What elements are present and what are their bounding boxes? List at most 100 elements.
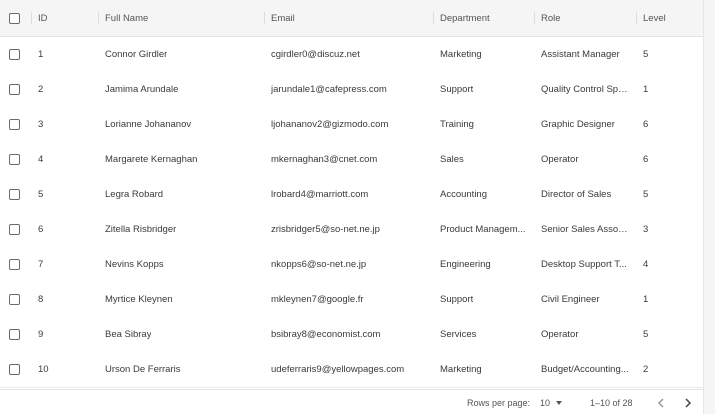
column-separator[interactable] xyxy=(31,12,32,24)
cell-role[interactable]: Quality Control Spe... xyxy=(541,72,629,107)
cell-level[interactable]: 1 xyxy=(643,282,693,317)
cell-department[interactable]: Support xyxy=(440,282,528,317)
cell-department[interactable]: Training xyxy=(440,107,528,142)
column-separator[interactable] xyxy=(264,12,265,24)
cell-full-name[interactable]: Jamima Arundale xyxy=(105,72,260,107)
cell-email[interactable]: mkernaghan3@cnet.com xyxy=(271,142,426,177)
column-header-level[interactable]: Level xyxy=(643,0,693,36)
table-row[interactable]: 4 Margarete Kernaghan mkernaghan3@cnet.com… xyxy=(0,142,703,178)
cell-email[interactable]: nkopps6@so-net.ne.jp xyxy=(271,247,426,282)
table-row[interactable]: 6 Zitella Risbridger zrisbridger5@so-net.n… xyxy=(0,212,703,248)
table-row[interactable]: 9 Bea Sibray bsibray8@economist.com Service… xyxy=(0,317,703,353)
table-row[interactable]: 5 Legra Robard lrobard4@marriott.com Accoun… xyxy=(0,177,703,213)
cell-email[interactable]: mkleynen7@google.fr xyxy=(271,282,426,317)
cell-role[interactable]: Assistant Manager xyxy=(541,37,629,72)
next-page-button[interactable] xyxy=(681,390,695,415)
cell-department[interactable]: Engineering xyxy=(440,247,528,282)
column-header-department[interactable]: Department xyxy=(440,0,528,36)
cell-id[interactable]: 2 xyxy=(38,72,93,107)
cell-email[interactable]: bsibray8@economist.com xyxy=(271,317,426,352)
column-header-id[interactable]: ID xyxy=(38,0,93,36)
table-row[interactable]: 7 Nevins Kopps nkopps6@so-net.ne.jp Enginee… xyxy=(0,247,703,283)
column-header-email[interactable]: Email xyxy=(271,0,426,36)
cell-id[interactable]: 9 xyxy=(38,317,93,352)
previous-page-button[interactable] xyxy=(654,390,668,415)
cell-department[interactable]: Services xyxy=(440,317,528,352)
cell-full-name[interactable]: Nevins Kopps xyxy=(105,247,260,282)
cell-level[interactable]: 5 xyxy=(643,177,693,212)
cell-id[interactable]: 3 xyxy=(38,107,93,142)
cell-id[interactable]: 1 xyxy=(38,37,93,72)
row-checkbox[interactable] xyxy=(9,352,25,387)
cell-full-name[interactable]: Myrtice Kleynen xyxy=(105,282,260,317)
cell-department[interactable]: Marketing xyxy=(440,37,528,72)
row-checkbox[interactable] xyxy=(9,142,25,177)
row-checkbox[interactable] xyxy=(9,72,25,107)
row-checkbox[interactable] xyxy=(9,37,25,72)
cell-role[interactable]: Civil Engineer xyxy=(541,282,629,317)
select-all-checkbox[interactable] xyxy=(9,0,25,36)
cell-role[interactable]: Desktop Support T... xyxy=(541,247,629,282)
table-row[interactable]: 1 Connor Girdler cgirdler0@discuz.net Marke… xyxy=(0,37,703,73)
cell-email[interactable]: cgirdler0@discuz.net xyxy=(271,37,426,72)
table-row[interactable]: 3 Lorianne Johananov ljohananov2@gizmodo.c… xyxy=(0,107,703,143)
cell-id[interactable]: 7 xyxy=(38,247,93,282)
cell-id[interactable]: 8 xyxy=(38,282,93,317)
cell-id[interactable]: 5 xyxy=(38,177,93,212)
cell-full-name[interactable]: Margarete Kernaghan xyxy=(105,142,260,177)
table-row[interactable]: 10 Urson De Ferraris udeferraris9@yellowpa… xyxy=(0,352,703,388)
row-checkbox[interactable] xyxy=(9,107,25,142)
cell-level[interactable]: 5 xyxy=(643,37,693,72)
column-header-full-name[interactable]: Full Name xyxy=(105,0,260,36)
grid-header: ID Full Name Email Department Role Level xyxy=(0,0,703,37)
vertical-scrollbar[interactable] xyxy=(703,0,715,414)
cell-level[interactable]: 3 xyxy=(643,212,693,247)
cell-full-name[interactable]: Lorianne Johananov xyxy=(105,107,260,142)
cell-role[interactable]: Graphic Designer xyxy=(541,107,629,142)
cell-department[interactable]: Accounting xyxy=(440,177,528,212)
cell-full-name[interactable]: Urson De Ferraris xyxy=(105,352,260,387)
cell-full-name[interactable]: Zitella Risbridger xyxy=(105,212,260,247)
column-separator[interactable] xyxy=(98,12,99,24)
cell-id[interactable]: 10 xyxy=(38,352,93,387)
cell-level[interactable]: 2 xyxy=(643,352,693,387)
cell-email[interactable]: ljohananov2@gizmodo.com xyxy=(271,107,426,142)
cell-full-name[interactable]: Connor Girdler xyxy=(105,37,260,72)
table-row[interactable]: 8 Myrtice Kleynen mkleynen7@google.fr Suppo… xyxy=(0,282,703,318)
cell-level[interactable]: 1 xyxy=(643,72,693,107)
column-separator[interactable] xyxy=(636,12,637,24)
cell-department[interactable]: Marketing xyxy=(440,352,528,387)
cell-full-name[interactable]: Legra Robard xyxy=(105,177,260,212)
column-separator[interactable] xyxy=(433,12,434,24)
column-separator[interactable] xyxy=(534,12,535,24)
cell-email[interactable]: lrobard4@marriott.com xyxy=(271,177,426,212)
cell-level[interactable]: 5 xyxy=(643,317,693,352)
row-checkbox[interactable] xyxy=(9,177,25,212)
cell-id[interactable]: 6 xyxy=(38,212,93,247)
cell-department[interactable]: Support xyxy=(440,72,528,107)
cell-role[interactable]: Operator xyxy=(541,142,629,177)
cell-level[interactable]: 6 xyxy=(643,107,693,142)
table-row[interactable]: 2 Jamima Arundale jarundale1@cafepress.com… xyxy=(0,72,703,108)
rows-per-page-label: Rows per page: xyxy=(467,397,531,408)
cell-role[interactable]: Operator xyxy=(541,317,629,352)
cell-role[interactable]: Director of Sales xyxy=(541,177,629,212)
cell-email[interactable]: udeferraris9@yellowpages.com xyxy=(271,352,426,387)
row-checkbox[interactable] xyxy=(9,282,25,317)
cell-role[interactable]: Budget/Accounting... xyxy=(541,352,629,387)
rows-per-page-select[interactable]: 10 xyxy=(540,390,563,415)
cell-email[interactable]: zrisbridger5@so-net.ne.jp xyxy=(271,212,426,247)
cell-full-name[interactable]: Bea Sibray xyxy=(105,317,260,352)
chevron-right-icon xyxy=(685,397,692,408)
cell-department[interactable]: Sales xyxy=(440,142,528,177)
cell-department[interactable]: Product Managem... xyxy=(440,212,528,247)
cell-role[interactable]: Senior Sales Associ... xyxy=(541,212,629,247)
cell-level[interactable]: 6 xyxy=(643,142,693,177)
column-header-role[interactable]: Role xyxy=(541,0,629,36)
cell-id[interactable]: 4 xyxy=(38,142,93,177)
cell-level[interactable]: 4 xyxy=(643,247,693,282)
row-checkbox[interactable] xyxy=(9,317,25,352)
row-checkbox[interactable] xyxy=(9,247,25,282)
row-checkbox[interactable] xyxy=(9,212,25,247)
cell-email[interactable]: jarundale1@cafepress.com xyxy=(271,72,426,107)
